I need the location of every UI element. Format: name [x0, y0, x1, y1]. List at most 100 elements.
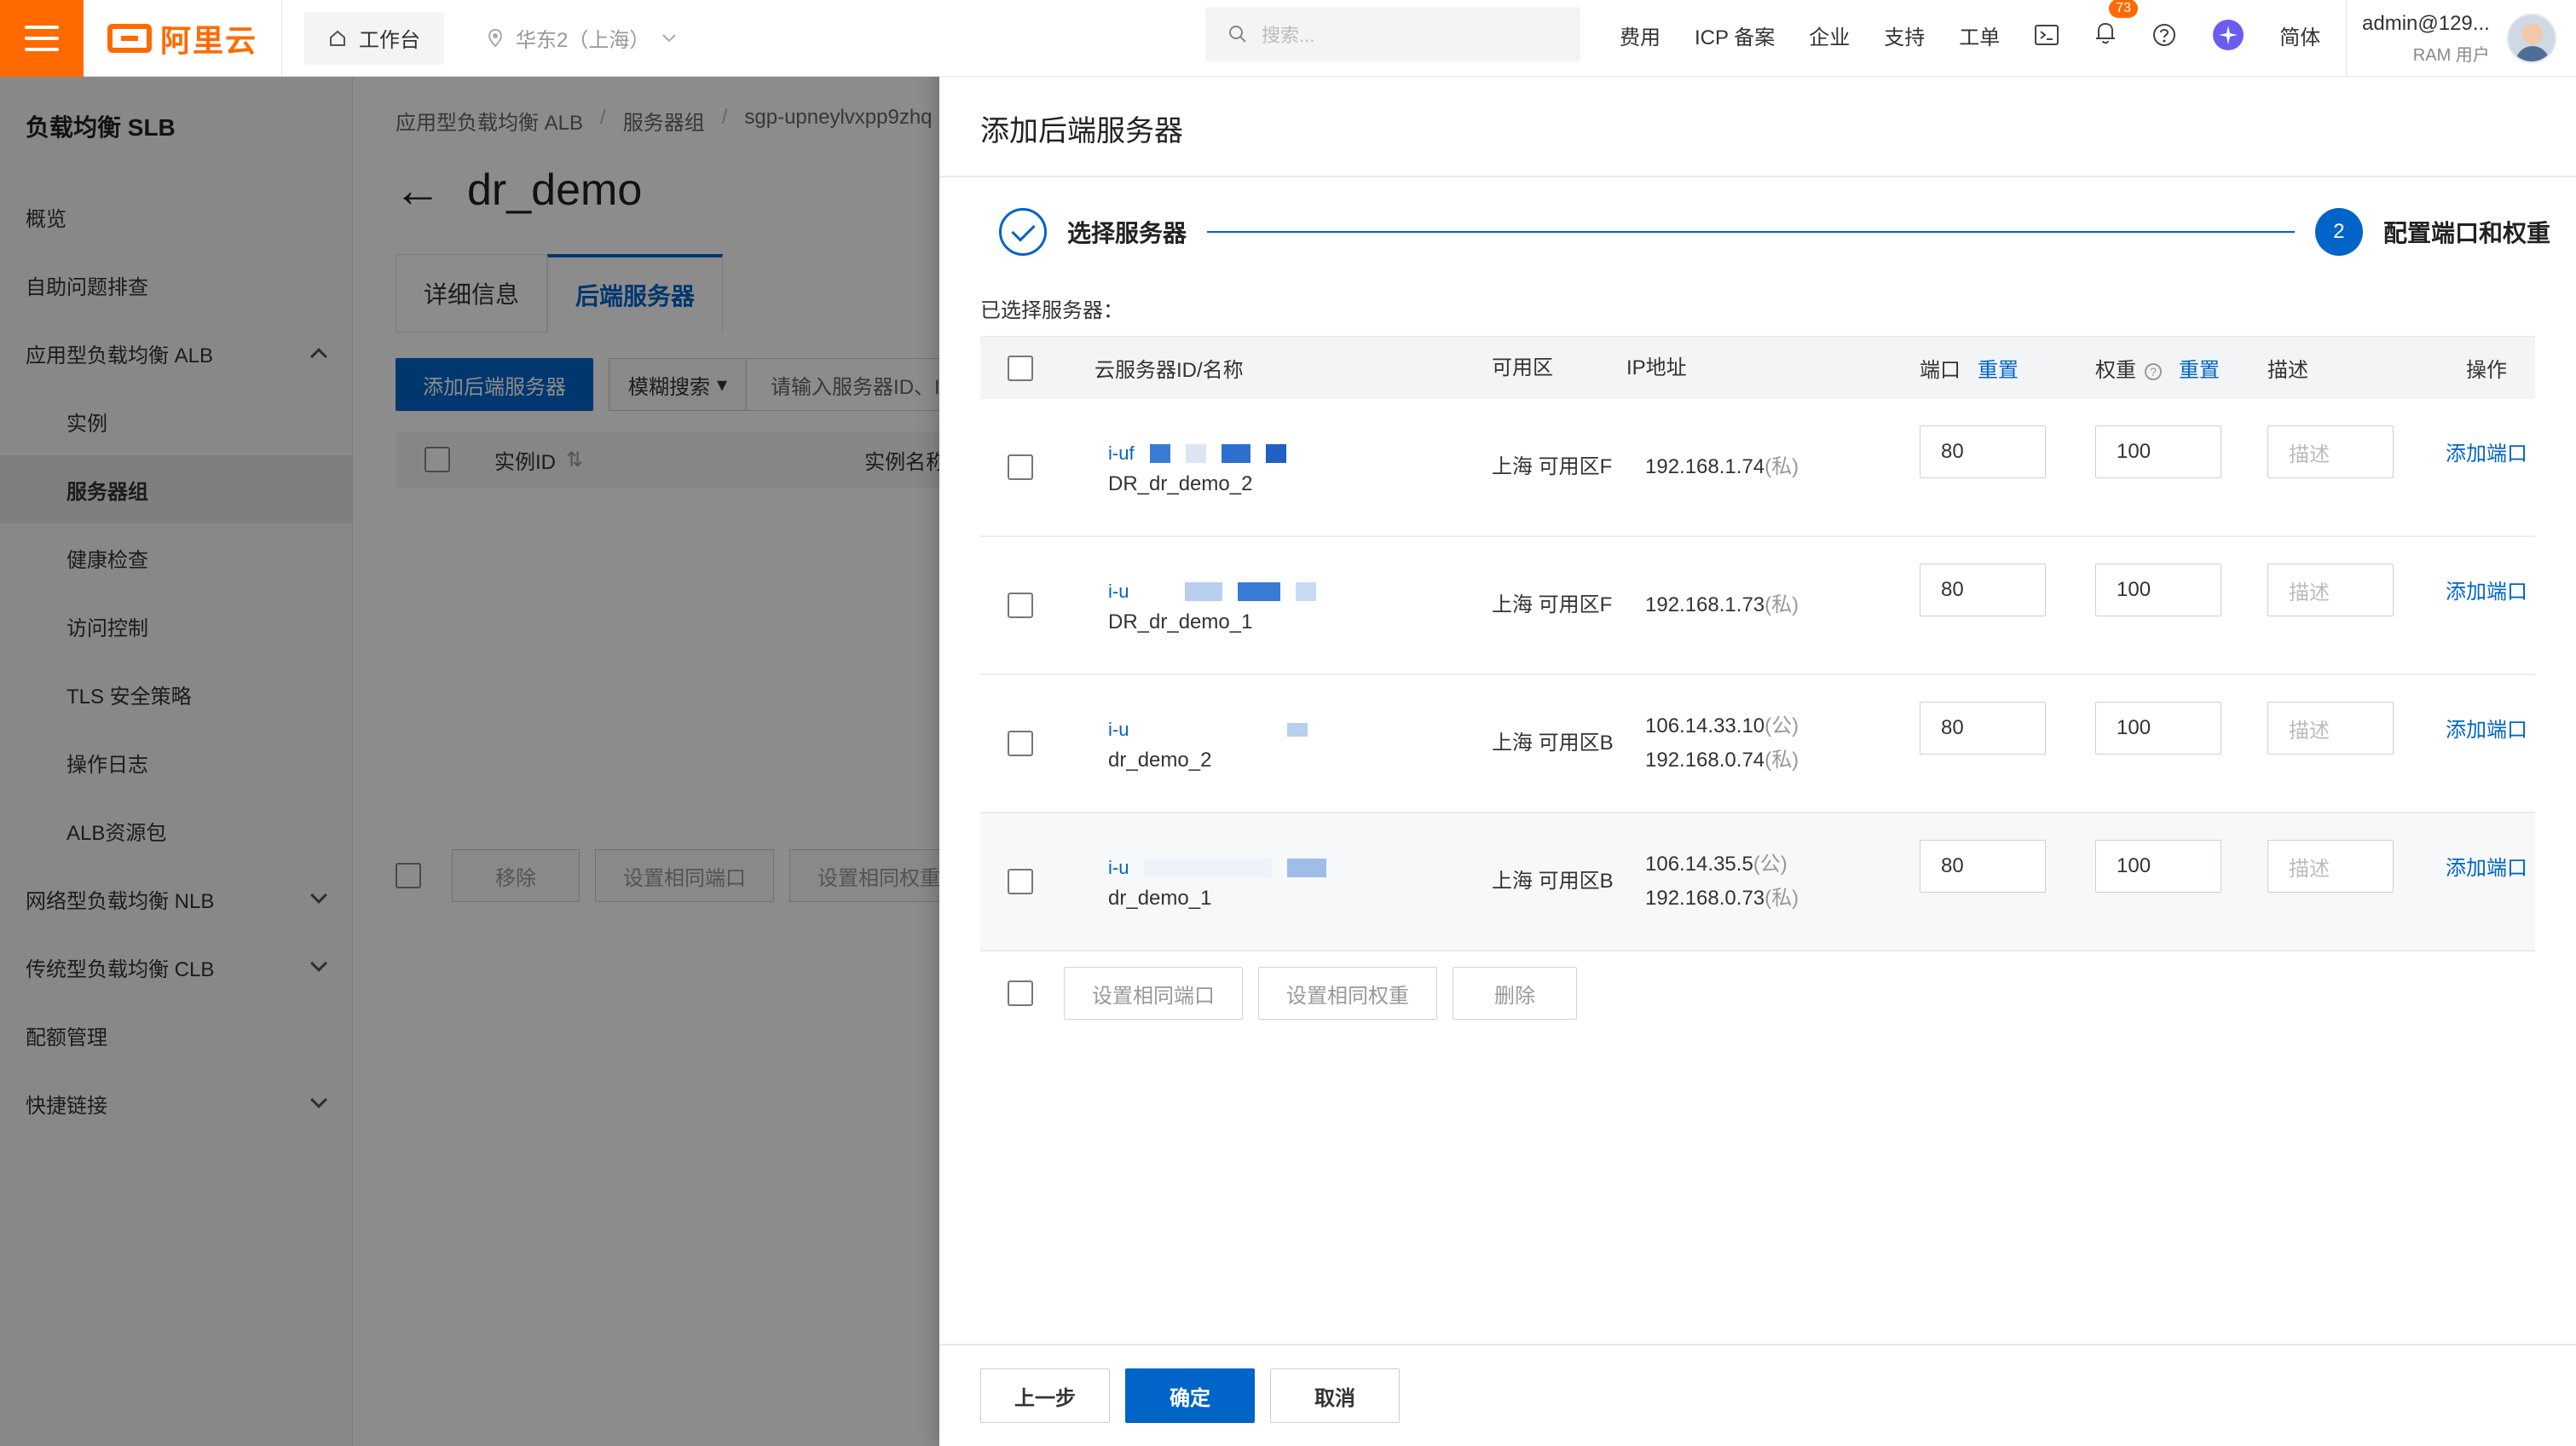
delete-button[interactable]: 删除 [1453, 967, 1577, 1020]
server-id-text: i-u [1108, 581, 1129, 602]
help-icon[interactable] [2151, 22, 2177, 48]
notification-badge: 73 [2109, 0, 2139, 18]
add-backend-server-drawer: 添加后端服务器 选择服务器 2 配置端口和权重 已选择服务器： 云服务器ID/名… [939, 0, 2576, 1446]
add-port-link[interactable]: 添加端口 [2438, 437, 2535, 466]
set-same-weight-button[interactable]: 设置相同权重 [1258, 967, 1437, 1020]
reset-weight-link[interactable]: 重置 [2179, 359, 2220, 382]
server-id-link[interactable]: i-uf [1095, 438, 1492, 469]
terminal-icon[interactable] [2034, 24, 2059, 46]
port-input[interactable]: 80 [1920, 564, 2046, 616]
port-input[interactable]: 80 [1920, 702, 2046, 755]
ip-type: (私) [1765, 887, 1799, 910]
zone: 上海 可用区B [1492, 732, 1614, 755]
column-action: 操作 [2466, 359, 2507, 382]
zone: 上海 可用区B [1492, 870, 1614, 893]
redacted-block [1144, 582, 1170, 601]
redacted-block [1144, 859, 1273, 877]
notifications[interactable]: 73 [2094, 0, 2139, 51]
step-2-number: 2 [2314, 208, 2363, 256]
column-server-id: 云服务器ID/名称 [1095, 359, 1244, 382]
weight-input[interactable]: 100 [2095, 840, 2221, 893]
port-input[interactable]: 80 [1920, 425, 2046, 478]
drawer-footer: 上一步 确定 取消 [939, 1344, 2576, 1446]
link-enterprise[interactable]: 企业 [1809, 20, 1850, 50]
redacted-block [1149, 444, 1170, 463]
column-weight-label: 权重 [2095, 359, 2136, 382]
description-input[interactable]: 描述 [2267, 564, 2394, 616]
divider [281, 0, 283, 77]
link-billing[interactable]: 费用 [1620, 20, 1661, 50]
previous-step-button[interactable]: 上一步 [980, 1368, 1110, 1423]
description-input[interactable]: 描述 [2267, 702, 2394, 755]
selected-servers-label: 已选择服务器： [980, 299, 1123, 322]
server-id-link[interactable]: i-u [1095, 853, 1492, 883]
user-name: admin@129... [2362, 11, 2490, 35]
redacted-block [1287, 723, 1308, 737]
table-row: i-uf DR_dr_demo_2 上海 可用区F 192.168.1.74(私… [980, 399, 2535, 537]
workbench-label: 工作台 [359, 29, 421, 52]
cancel-button[interactable]: 取消 [1270, 1368, 1400, 1423]
server-id-link[interactable]: i-u [1095, 576, 1492, 607]
menu-icon[interactable] [0, 0, 84, 77]
confirm-button[interactable]: 确定 [1125, 1368, 1255, 1423]
modal-mask[interactable] [0, 77, 939, 1446]
weight-input[interactable]: 100 [2095, 564, 2221, 616]
top-links: 费用 ICP 备案 企业 支持 工单 73 简体 [1620, 0, 2320, 70]
aliyun-logo[interactable]: 阿里云 [107, 16, 257, 61]
add-port-link[interactable]: 添加端口 [2438, 575, 2535, 604]
link-support[interactable]: 支持 [1884, 20, 1925, 50]
ip-type: (私) [1765, 455, 1799, 478]
select-all-checkbox[interactable] [1008, 355, 1033, 381]
ip-value: 192.168.0.73 [1645, 887, 1765, 910]
redacted-block [1185, 582, 1223, 601]
server-name: DR_dr_demo_1 [1108, 610, 1253, 633]
steps: 选择服务器 2 配置端口和权重 [999, 205, 2550, 259]
weight-input[interactable]: 100 [2095, 702, 2221, 755]
language-switch[interactable]: 简体 [2279, 20, 2320, 50]
workbench-button[interactable]: 工作台 [304, 11, 445, 65]
description-input[interactable]: 描述 [2267, 840, 2394, 893]
help-icon[interactable]: ? [2145, 362, 2162, 380]
reset-port-link[interactable]: 重置 [1978, 359, 2019, 382]
server-id-text: i-u [1108, 719, 1129, 740]
step-1-label: 选择服务器 [1067, 220, 1187, 246]
row-checkbox[interactable] [1008, 454, 1033, 480]
user-role: RAM 用户 [2412, 45, 2490, 65]
check-icon [999, 208, 1047, 256]
ai-assistant-icon[interactable] [2211, 18, 2245, 52]
ip-value: 106.14.35.5 [1645, 853, 1753, 876]
server-name: dr_demo_1 [1108, 887, 1212, 910]
ip-type: (公) [1753, 853, 1788, 876]
server-name: dr_demo_2 [1108, 749, 1212, 772]
global-search-input[interactable]: 搜索... [1205, 7, 1580, 61]
table-row: i-u DR_dr_demo_1 上海 可用区F 192.168.1.73(私)… [980, 537, 2535, 675]
ip-value: 106.14.33.10 [1645, 714, 1765, 737]
row-checkbox[interactable] [1008, 731, 1033, 756]
ip-address: 192.168.1.74(私) [1626, 450, 1920, 484]
row-checkbox[interactable] [1008, 593, 1033, 618]
avatar[interactable] [2506, 14, 2556, 63]
server-id-text: i-u [1108, 857, 1129, 878]
home-icon [330, 30, 346, 46]
table-row: i-u dr_demo_1 上海 可用区B 106.14.35.5(公) 192… [980, 813, 2535, 951]
redacted-block [1296, 582, 1317, 601]
user-account[interactable]: admin@129... RAM 用户 [2346, 0, 2556, 77]
region-selector[interactable]: 华东2（上海） [487, 23, 677, 53]
link-icp[interactable]: ICP 备案 [1695, 20, 1775, 50]
add-port-link[interactable]: 添加端口 [2438, 851, 2535, 881]
port-input[interactable]: 80 [1920, 840, 2046, 893]
region-label: 华东2（上海） [516, 29, 650, 52]
step-2-label: 配置端口和权重 [2383, 220, 2550, 246]
description-input[interactable]: 描述 [2267, 425, 2394, 478]
weight-input[interactable]: 100 [2095, 425, 2221, 478]
column-port: 端口 重置 [1920, 353, 2095, 383]
column-weight: 权重? 重置 [2095, 353, 2267, 383]
batch-select-checkbox[interactable] [1008, 980, 1033, 1006]
row-checkbox[interactable] [1008, 869, 1033, 894]
link-ticket[interactable]: 工单 [1959, 20, 2000, 50]
step-connector [1207, 231, 2295, 233]
server-id-link[interactable]: i-u [1095, 714, 1492, 745]
set-same-port-button[interactable]: 设置相同端口 [1064, 967, 1243, 1020]
server-name: DR_dr_demo_2 [1108, 472, 1253, 495]
add-port-link[interactable]: 添加端口 [2438, 713, 2535, 743]
